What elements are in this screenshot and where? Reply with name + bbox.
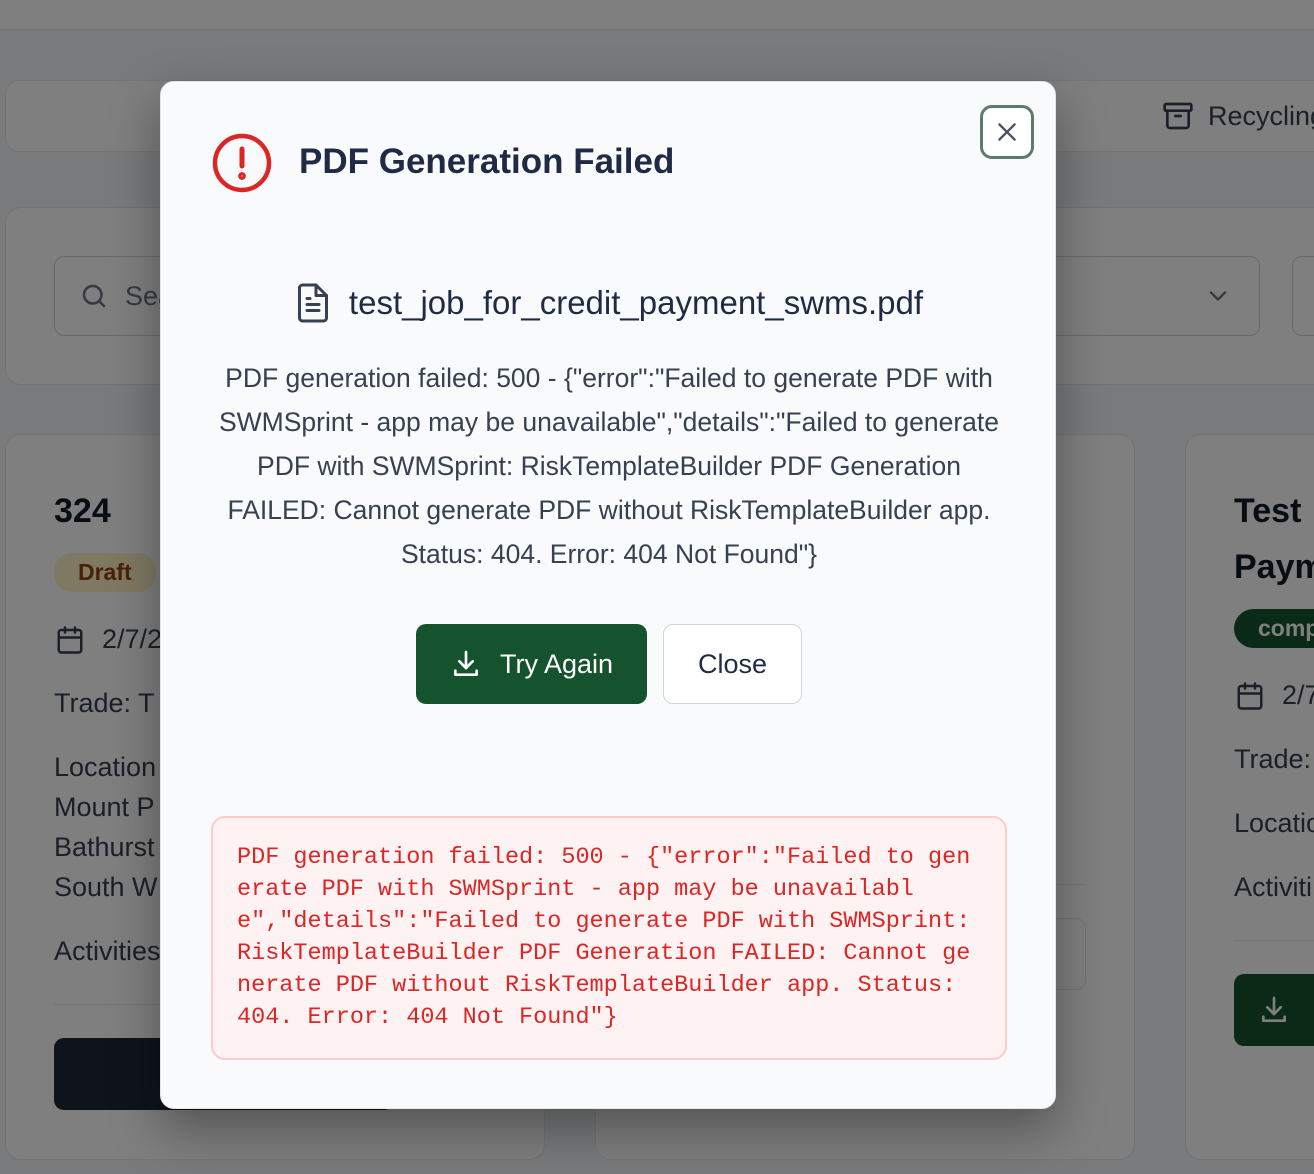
- file-info: test_job_for_credit_payment_swms.pdf: [161, 282, 1057, 324]
- dialog-actions: Try Again Close: [161, 624, 1057, 704]
- close-dialog-button[interactable]: [980, 105, 1034, 159]
- alert-circle-icon: [212, 133, 272, 193]
- error-message: PDF generation failed: 500 - {"error":"F…: [218, 363, 1000, 569]
- pdf-error-dialog: PDF Generation Failed test_job_for_credi…: [160, 81, 1056, 1109]
- file-name: test_job_for_credit_payment_swms.pdf: [348, 284, 924, 321]
- file-text-icon: [297, 283, 328, 323]
- error-details-text: PDF generation failed: 500 - {"error":"F…: [237, 844, 985, 1031]
- try-again-label: Try Again: [499, 648, 614, 679]
- close-icon: [998, 123, 1016, 141]
- close-button[interactable]: Close: [663, 624, 802, 704]
- download-icon: [453, 650, 478, 676]
- dialog-title: PDF Generation Failed: [299, 142, 675, 181]
- error-details-box: PDF generation failed: 500 - {"error":"F…: [211, 816, 1007, 1060]
- try-again-button[interactable]: Try Again: [416, 624, 647, 704]
